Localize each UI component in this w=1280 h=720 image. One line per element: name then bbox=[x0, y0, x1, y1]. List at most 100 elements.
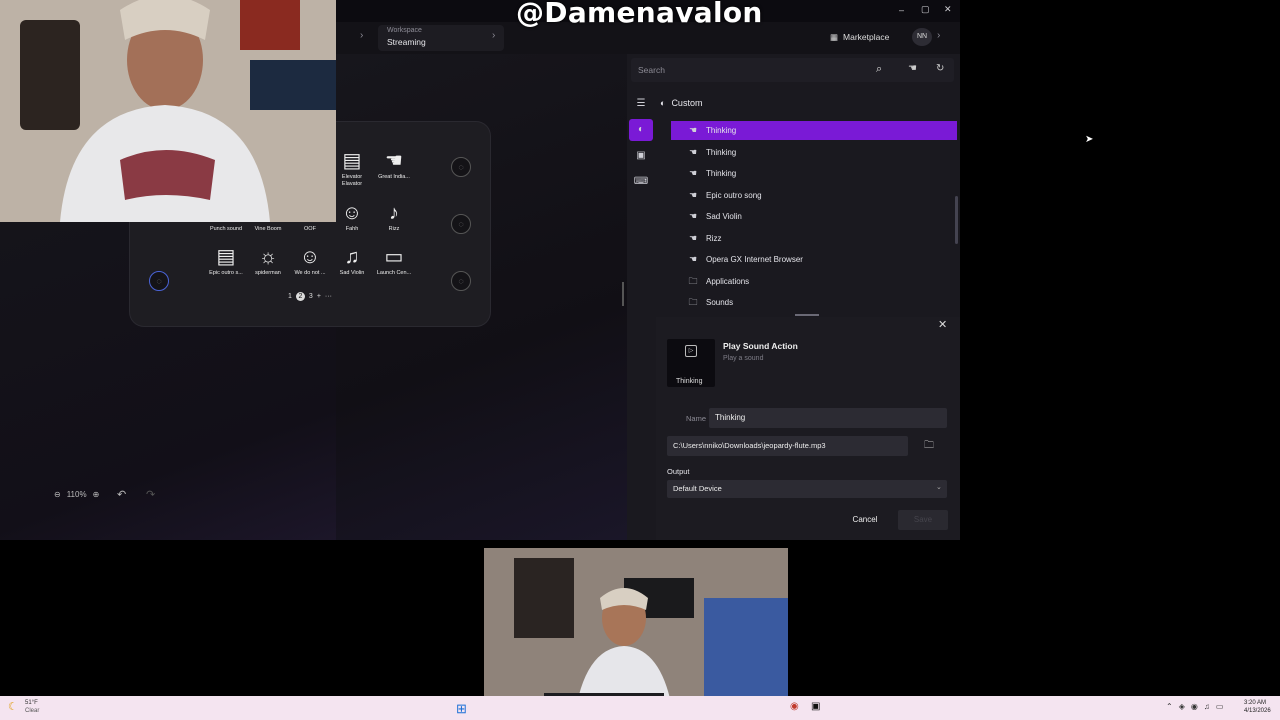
close-window-button[interactable]: ✕ bbox=[944, 4, 952, 15]
plugin-icon[interactable]: ▣ bbox=[629, 145, 653, 167]
name-field[interactable]: Thinking bbox=[709, 408, 947, 428]
list-item-label: Sad Violin bbox=[706, 212, 742, 221]
list-item[interactable]: ☚ Sad Violin bbox=[671, 207, 957, 226]
library-sidebar: ☰ ◐ ▣ ⌨ bbox=[627, 90, 655, 320]
device-key[interactable]: ♪ Rizz bbox=[374, 200, 414, 240]
output-select[interactable]: Default Device bbox=[667, 480, 947, 498]
custom-label: Custom bbox=[671, 98, 703, 108]
windows-start-icon[interactable]: ⊞ bbox=[456, 701, 467, 717]
app-icon[interactable]: ◉ bbox=[790, 701, 799, 712]
system-tray[interactable]: ⌃◈◉♫▭ bbox=[1166, 702, 1229, 711]
list-item[interactable]: ☚ Opera GX Internet Browser bbox=[671, 250, 957, 269]
save-button[interactable]: Save bbox=[898, 510, 948, 530]
clock-time[interactable]: 3:20 AM bbox=[1244, 700, 1266, 706]
sliders-icon[interactable]: ☰ bbox=[629, 93, 653, 115]
device-key[interactable]: ☺ Fahh bbox=[332, 200, 372, 240]
refresh-icon[interactable]: ↻ bbox=[936, 63, 944, 74]
list-item-label: Epic outro song bbox=[706, 190, 762, 200]
folder-icon: 🗀 bbox=[688, 275, 698, 286]
avatar[interactable]: NN bbox=[912, 28, 932, 46]
key-label: Epic outro s... bbox=[209, 270, 243, 276]
zoom-in-icon[interactable]: ⊕ bbox=[93, 490, 100, 499]
device-key[interactable]: ☺ We do not ... bbox=[290, 244, 330, 284]
webcam-overlay-top bbox=[0, 0, 336, 222]
custom-icon: ◐ bbox=[660, 98, 666, 108]
clock-date[interactable]: 4/13/2026 bbox=[1244, 708, 1271, 714]
keyboard-icon[interactable]: ⌨ bbox=[629, 171, 653, 193]
device-key[interactable]: ▤ Epic outro s... bbox=[206, 244, 246, 284]
hand-icon: ☚ bbox=[688, 211, 698, 221]
key-label: Fahh bbox=[345, 226, 359, 232]
panel-divider[interactable] bbox=[622, 282, 624, 306]
folder-icon[interactable]: 🗀 bbox=[924, 438, 934, 455]
dial-knob[interactable]: ◌ bbox=[451, 271, 471, 291]
scrollbar[interactable] bbox=[955, 196, 958, 244]
list-item[interactable]: 🗀 Sounds bbox=[671, 293, 957, 312]
list-item[interactable]: ☚ Thinking bbox=[671, 164, 957, 183]
device-key[interactable]: ▤ Elevator Elavator bbox=[332, 148, 372, 188]
device-key[interactable]: ♫ Sad Violin bbox=[332, 244, 372, 284]
file-path-field[interactable]: C:\Users\nniko\Downloads\jeopardy-flute.… bbox=[667, 436, 908, 456]
key-label: We do not ... bbox=[294, 270, 326, 276]
zoom-out-icon[interactable]: ⊖ bbox=[54, 490, 61, 499]
list-item[interactable]: ☚ Thinking bbox=[671, 121, 957, 140]
page-dot[interactable]: + bbox=[317, 293, 321, 300]
list-item-label: Rizz bbox=[706, 233, 722, 243]
marketplace-button[interactable]: ▦ Marketplace bbox=[830, 28, 889, 46]
chevron-right-icon[interactable]: › bbox=[360, 30, 363, 41]
marketplace-label: Marketplace bbox=[843, 32, 890, 42]
list-item[interactable]: ☚ Rizz bbox=[671, 229, 957, 248]
page-dot[interactable]: 2 bbox=[295, 292, 305, 301]
hand-icon: ☚ bbox=[688, 232, 698, 243]
key-label: Elevator Elavator bbox=[341, 174, 363, 187]
chevron-right-icon[interactable]: › bbox=[492, 30, 495, 41]
search-icon[interactable]: ⌕ bbox=[876, 63, 882, 76]
device-key[interactable]: ☼ spiderman bbox=[248, 244, 288, 284]
search-input[interactable] bbox=[631, 58, 954, 82]
list-item-label: Thinking bbox=[706, 169, 737, 178]
page-indicator[interactable]: 1 2 3 + ··· bbox=[288, 292, 332, 301]
list-item[interactable]: 🗀 Applications bbox=[671, 272, 957, 291]
mouse-cursor-icon: ➤ bbox=[1085, 134, 1094, 145]
action-title: Play Sound Action bbox=[723, 341, 798, 351]
key-label: Punch sound bbox=[209, 226, 243, 232]
device-key[interactable]: ▭ Launch Cen... bbox=[374, 244, 414, 284]
chevron-right-icon[interactable]: › bbox=[937, 30, 940, 41]
key-icon: ☺ bbox=[341, 202, 363, 224]
key-icon: ♫ bbox=[344, 246, 360, 268]
list-item[interactable]: ☚ Epic outro song bbox=[671, 186, 957, 205]
undo-icon[interactable]: ↶ bbox=[117, 488, 126, 501]
zoom-level: 110% bbox=[66, 490, 87, 499]
webcam-overlay-bottom bbox=[484, 548, 788, 720]
chevron-down-icon[interactable]: ⌄ bbox=[936, 483, 942, 491]
page-dot[interactable]: 1 bbox=[288, 293, 292, 300]
page-dot[interactable]: 3 bbox=[309, 293, 313, 300]
dial-knob[interactable]: ◌ bbox=[149, 271, 169, 291]
redo-icon[interactable]: ↷ bbox=[146, 488, 155, 501]
key-label: Sad Violin bbox=[339, 270, 365, 276]
webcam-image bbox=[484, 548, 788, 720]
hand-icon: ☚ bbox=[688, 125, 698, 135]
hand-icon: ☚ bbox=[688, 189, 698, 200]
key-icon: ▤ bbox=[216, 246, 236, 268]
folder-icon: 🗀 bbox=[688, 297, 698, 307]
cancel-button[interactable]: Cancel bbox=[845, 512, 885, 528]
custom-section-header[interactable]: ◐ Custom bbox=[660, 98, 702, 108]
close-icon[interactable]: ✕ bbox=[938, 318, 947, 331]
custom-icon[interactable]: ◐ bbox=[629, 119, 653, 141]
hand-icon[interactable]: ☚ bbox=[908, 63, 917, 74]
list-item[interactable]: ☚ Thinking bbox=[671, 143, 957, 162]
page-dot[interactable]: ··· bbox=[325, 293, 332, 300]
dial-knob[interactable]: ◌ bbox=[451, 214, 471, 234]
minimize-button[interactable]: – bbox=[899, 5, 904, 15]
workspace-value[interactable]: Streaming bbox=[387, 37, 426, 47]
app-icon[interactable]: ▣ bbox=[811, 701, 820, 712]
resize-handle[interactable] bbox=[795, 314, 819, 316]
moon-icon[interactable]: ☾ bbox=[8, 700, 18, 713]
dial-knob[interactable]: ◌ bbox=[451, 157, 471, 177]
action-subtitle: Play a sound bbox=[723, 355, 764, 362]
streamer-watermark: @Damenavalon bbox=[516, 0, 763, 29]
maximize-button[interactable]: ▢ bbox=[921, 4, 930, 15]
weather-temp[interactable]: 51°F bbox=[25, 700, 38, 706]
device-key[interactable]: ☚ Great India... bbox=[374, 148, 414, 188]
